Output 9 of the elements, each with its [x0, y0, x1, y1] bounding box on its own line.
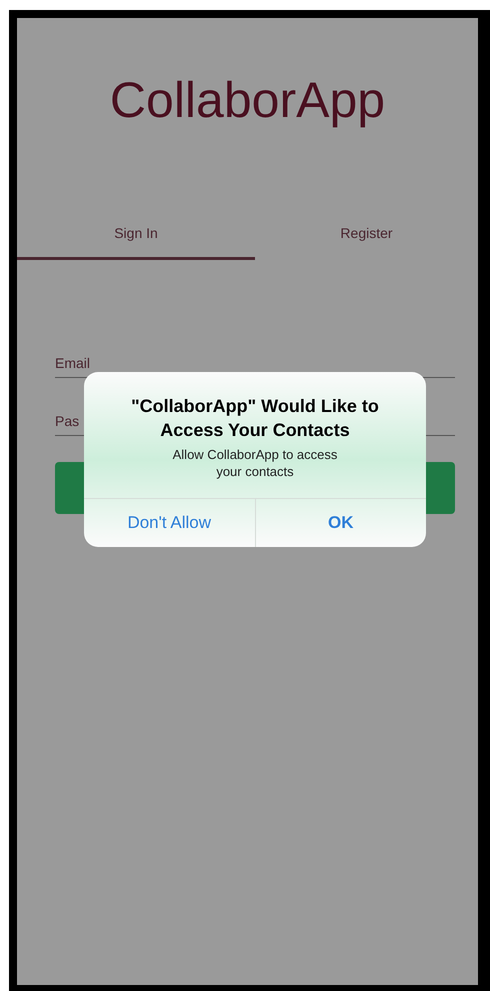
alert-message: Allow CollaborApp to access your contacts	[172, 446, 338, 480]
app-title: CollaborApp	[110, 71, 386, 130]
tab[interactable]: Sign In	[17, 210, 255, 260]
field-label: Pas	[55, 414, 80, 428]
tab[interactable]: Register	[255, 210, 478, 260]
field-label: Email	[55, 356, 90, 370]
alert-button[interactable]: OK	[254, 499, 426, 547]
alert-title: "CollaborApp" Would Like to Access Your Contacts	[130, 395, 380, 442]
alert-button[interactable]: Don't Allow	[84, 499, 254, 547]
